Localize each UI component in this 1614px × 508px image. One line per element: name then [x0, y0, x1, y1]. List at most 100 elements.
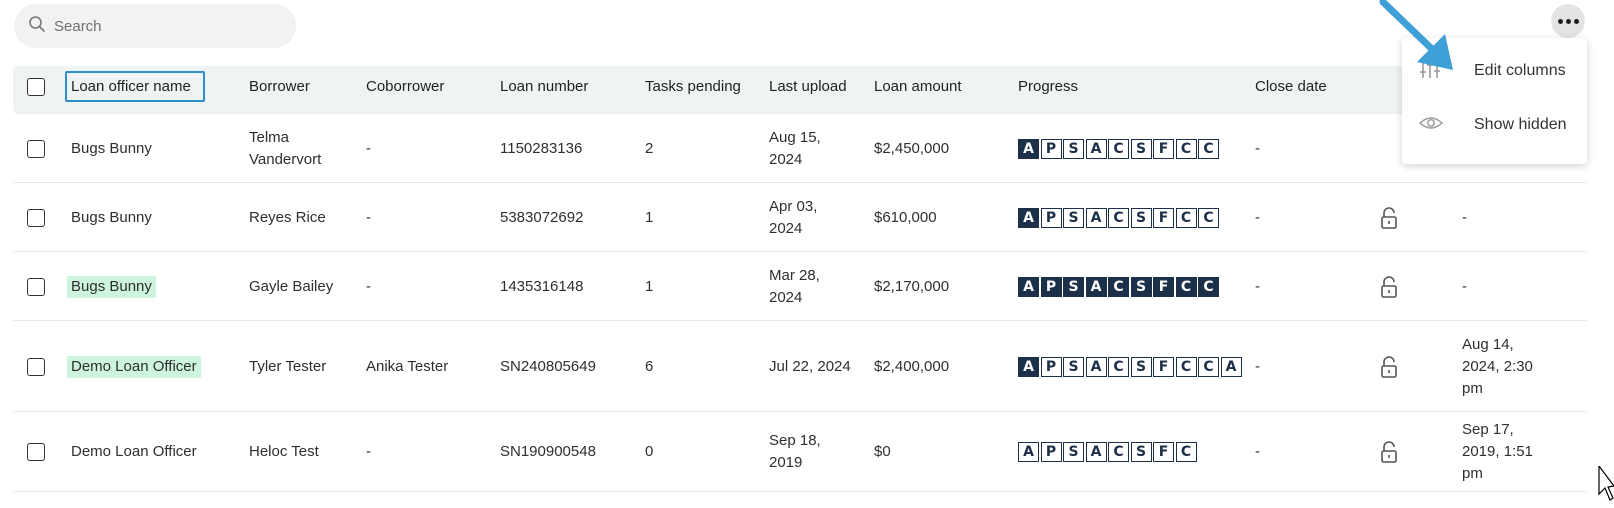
loans-page: Loan officer name Borrower Coborrower Lo…	[0, 0, 1614, 508]
cell-coborrower-text: -	[366, 208, 371, 226]
cell-tasks-pending: 6	[645, 321, 755, 412]
lock-icon[interactable]	[1379, 275, 1399, 298]
search-bar[interactable]	[14, 4, 296, 48]
cell-loan-amount-text: $2,400,000	[874, 357, 950, 375]
header-borrower[interactable]: Borrower	[249, 76, 310, 98]
header-close-date[interactable]: Close date	[1255, 76, 1327, 98]
progress-step: F	[1153, 442, 1174, 462]
cell-loan-amount-text: $0	[874, 443, 891, 460]
cell-borrower-text: Reyes Rice	[249, 208, 326, 226]
cell-loan-officer-text: Bugs Bunny	[71, 208, 152, 226]
mouse-cursor-icon	[1598, 466, 1614, 501]
progress-step: S	[1063, 138, 1084, 159]
progress-tracker: APSACSFCC	[1018, 207, 1221, 228]
row-checkbox[interactable]	[27, 357, 45, 376]
cell-coborrower: -	[366, 412, 491, 492]
cell-last-upload: Sep 18, 2019	[769, 412, 839, 492]
menu-item-show-hidden[interactable]: Show hidden	[1402, 100, 1587, 150]
table-row[interactable]: Bugs Bunny Telma Vandervort - 1150283136 2 Au…	[13, 114, 1587, 183]
cell-close-date: -	[1255, 321, 1355, 412]
cell-loan-amount: $2,170,000	[874, 252, 1014, 321]
more-options-button[interactable]	[1551, 4, 1585, 38]
row-checkbox[interactable]	[27, 139, 45, 158]
progress-step: A	[1018, 356, 1039, 377]
progress-step: C	[1175, 356, 1197, 377]
menu-label-edit-columns: Edit columns	[1474, 62, 1566, 79]
cell-borrower-text: Tyler Tester	[249, 357, 327, 375]
row-checkbox[interactable]	[27, 208, 45, 227]
cell-loan-amount: $0	[874, 412, 1014, 492]
progress-step: C	[1108, 442, 1129, 462]
header-loan-amount[interactable]: Loan amount	[874, 76, 962, 98]
header-tasks-pending[interactable]: Tasks pending	[645, 76, 741, 98]
progress-step: A	[1018, 138, 1039, 159]
lock-icon[interactable]	[1379, 355, 1399, 378]
cell-loan-officer-text: Demo Loan Officer	[67, 355, 201, 378]
cell-close-date: -	[1255, 183, 1355, 252]
cell-close-date-text: -	[1255, 357, 1260, 375]
progress-step: C	[1198, 276, 1219, 297]
cell-coborrower-text: -	[366, 139, 371, 157]
eye-icon	[1418, 113, 1444, 137]
cell-loan-number: 5383072692	[500, 183, 640, 252]
table-row[interactable]: Demo Loan Officer Tyler Tester Anika Teste…	[13, 321, 1587, 412]
cell-tasks-pending-text: 2	[645, 139, 654, 157]
cell-tasks-pending: 1	[645, 252, 755, 321]
cell-loan-officer-text: Bugs Bunny	[67, 275, 156, 298]
progress-step: F	[1153, 207, 1174, 228]
progress-step: C	[1175, 442, 1197, 462]
cell-loan-officer: Demo Loan Officer	[67, 321, 241, 412]
cell-loan-amount: $2,400,000	[874, 321, 1014, 412]
header-loan-officer[interactable]: Loan officer name	[71, 76, 191, 98]
cell-loan-number-text: SN190900548	[500, 443, 596, 460]
cell-extra-date: -	[1462, 183, 1542, 252]
progress-step: S	[1063, 442, 1084, 462]
header-coborrower[interactable]: Coborrower	[366, 76, 444, 98]
cell-close-date: -	[1255, 252, 1355, 321]
cell-close-date-text: -	[1255, 443, 1260, 460]
cell-borrower: Telma Vandervort	[249, 114, 354, 183]
progress-step: C	[1175, 207, 1197, 228]
cell-coborrower: Anika Tester	[366, 321, 491, 412]
cell-borrower-text: Heloc Test	[249, 443, 319, 460]
cell-tasks-pending: 2	[645, 114, 755, 183]
cell-last-upload-text: Aug 15, 2024	[769, 128, 821, 168]
dot	[1573, 18, 1579, 24]
dot	[1557, 18, 1563, 24]
progress-step: A	[1018, 207, 1039, 228]
cell-borrower: Reyes Rice	[249, 183, 354, 252]
cell-extra-date: Aug 14, 2024, 2:30 pm	[1462, 321, 1542, 412]
lock-icon[interactable]	[1379, 206, 1399, 229]
table-row[interactable]: Demo Loan Officer Heloc Test - SN190900548 0…	[13, 412, 1587, 492]
row-checkbox[interactable]	[27, 277, 45, 296]
cell-tasks-pending-text: 1	[645, 208, 654, 226]
header-loan-number[interactable]: Loan number	[500, 76, 588, 98]
header-progress[interactable]: Progress	[1018, 76, 1078, 98]
cell-last-upload: Aug 15, 2024	[769, 114, 839, 183]
cell-last-upload: Jul 22, 2024	[769, 321, 869, 412]
search-icon	[28, 15, 46, 37]
cell-extra-date-text: -	[1462, 208, 1467, 226]
progress-step: C	[1198, 207, 1219, 228]
search-input[interactable]	[54, 17, 274, 35]
select-all-checkbox[interactable]	[27, 78, 45, 96]
progress-step: A	[1085, 442, 1107, 462]
row-checkbox[interactable]	[27, 443, 45, 461]
table-row[interactable]: Bugs Bunny Gayle Bailey - 1435316148 1 Mar 28…	[13, 252, 1587, 321]
progress-step: P	[1040, 442, 1062, 462]
cell-loan-amount-text: $610,000	[874, 208, 937, 226]
cell-tasks-pending: 0	[645, 412, 755, 492]
progress-step: F	[1153, 356, 1174, 377]
cell-close-date-text: -	[1255, 277, 1260, 295]
progress-step: P	[1040, 276, 1062, 297]
cell-last-upload-text: Mar 28, 2024	[769, 266, 820, 306]
cell-close-date-text: -	[1255, 208, 1260, 226]
cell-tasks-pending-text: 1	[645, 277, 654, 295]
progress-step: C	[1108, 138, 1129, 159]
lock-icon[interactable]	[1379, 441, 1399, 463]
table-header: Loan officer name Borrower Coborrower Lo…	[13, 66, 1587, 114]
progress-step: A	[1085, 138, 1107, 159]
table-row[interactable]: Bugs Bunny Reyes Rice - 5383072692 1 Apr 03, …	[13, 183, 1587, 252]
cell-last-upload-text: Jul 22, 2024	[769, 357, 851, 375]
header-last-upload[interactable]: Last upload	[769, 76, 847, 98]
